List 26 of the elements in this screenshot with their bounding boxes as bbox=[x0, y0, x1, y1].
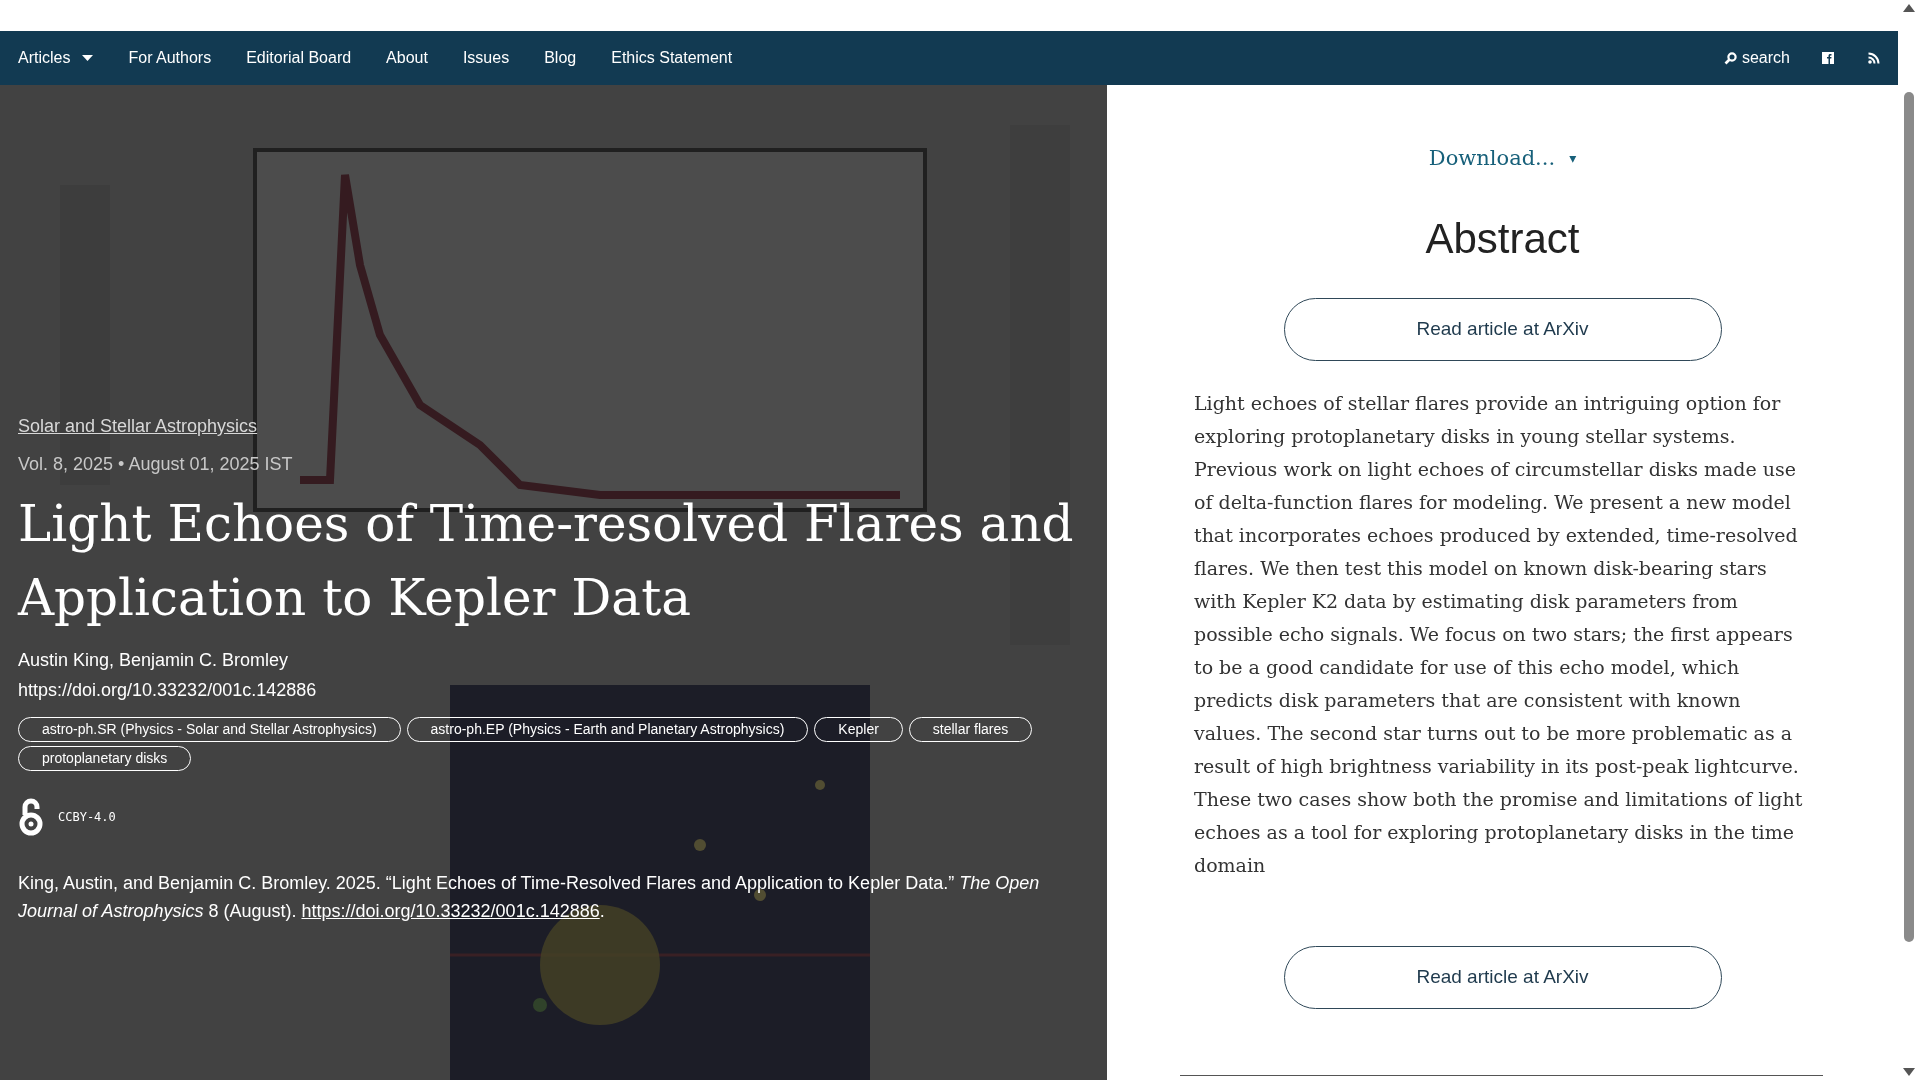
caret-icon bbox=[82, 55, 94, 61]
nav-link[interactable]: For Authors bbox=[128, 46, 212, 70]
abstract-heading: Abstract bbox=[1425, 213, 1580, 264]
download-dropdown[interactable]: Download... ▾ bbox=[1428, 143, 1577, 175]
category-link[interactable]: Solar and Stellar Astrophysics bbox=[18, 413, 1087, 439]
authors: Austin King, Benjamin C. Bromley bbox=[18, 649, 290, 672]
facebook-icon[interactable] bbox=[1822, 52, 1834, 64]
nav-dropdown[interactable]: Articles bbox=[18, 46, 94, 70]
nav-link[interactable]: About bbox=[386, 46, 428, 70]
nav-link[interactable]: Editorial Board bbox=[246, 46, 352, 70]
search-link[interactable]: search bbox=[1723, 46, 1790, 70]
open-access-icon bbox=[18, 797, 44, 837]
article-title: Light Echoes of Time-resolved Flares and Application to Kepler Data bbox=[18, 494, 1075, 629]
doi-link[interactable]: https://doi.org/10.33232/001c.142886 bbox=[18, 677, 1087, 703]
issue-date: Vol. 8, 2025 • August 01, 2025 IST bbox=[18, 453, 294, 476]
doi-link[interactable]: https://doi.org/10.33232/001c.142886 bbox=[301, 901, 600, 921]
search-icon bbox=[1723, 51, 1737, 65]
rss-icon[interactable] bbox=[1868, 52, 1880, 64]
abstract-text: Light echoes of stellar flares provide an intriguing option for exploring protoplanetary disks in young stellar systems. Previous work on light echoes of circumstellar disks made use of delta-function flares for modeling. We present a new model that incorporates echoes produced by extended, time-resolved flares. We then test this model on known disk-bearing stars with Kepler K2 data by estimating disk parameters from possible echo signals. We focus on two stars; the first appears to be a good candidate for use of this echo model, which predicts disk parameters that are consistent with known values. The second star turns out to be more problematic as a result of high brightness variability in its post-peak lightcurve. These two cases show both the promise and limitations of light echoes as a tool for exploring protoplanetary disks in the time domain bbox=[1194, 390, 1804, 878]
nav-link[interactable]: Ethics Statement bbox=[611, 46, 733, 70]
scroll-up-icon[interactable] bbox=[1903, 4, 1915, 12]
nav-link[interactable]: Blog bbox=[544, 46, 577, 70]
citation: King, Austin, and Benjamin C. Bromley. 2025. “Light Echoes of Time-Resolved Flares and Application to Kepler Data.” The Open Journal of Astrophysics 8 (August). https://doi.org/10.33232/001c.142886. bbox=[18, 872, 1041, 923]
license-label: CCBY-4.0 bbox=[58, 809, 116, 826]
scroll-down-icon[interactable] bbox=[1903, 1068, 1915, 1076]
nav-link[interactable]: Issues bbox=[462, 46, 510, 70]
